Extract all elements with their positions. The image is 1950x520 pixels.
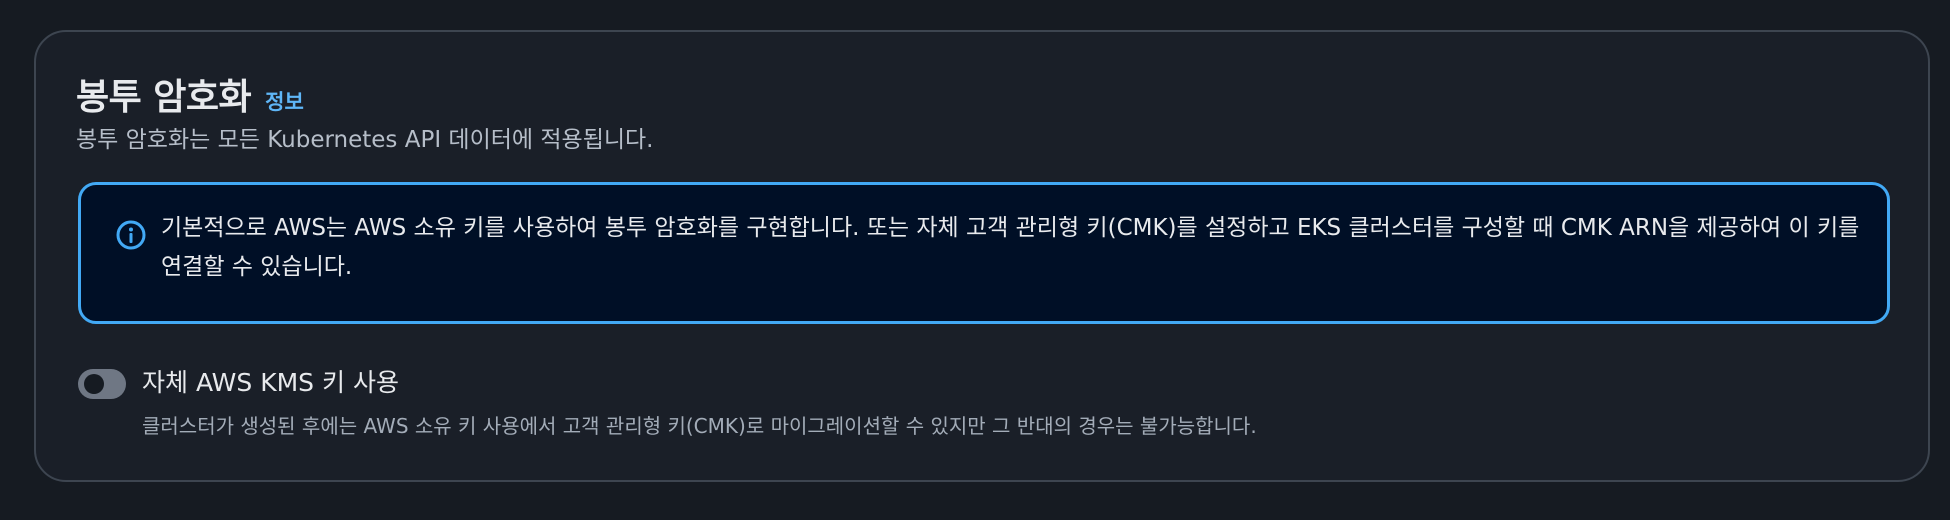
envelope-encryption-panel: 봉투 암호화 정보 봉투 암호화는 모든 Kubernetes API 데이터에… bbox=[34, 30, 1930, 482]
toggle-text: 자체 AWS KMS 키 사용 클러스터가 생성된 후에는 AWS 소유 키 사… bbox=[142, 366, 1257, 439]
toggle-label[interactable]: 자체 AWS KMS 키 사용 bbox=[142, 366, 1257, 400]
info-icon bbox=[116, 220, 146, 250]
section-title: 봉투 암호화 bbox=[76, 77, 252, 118]
section-description: 봉투 암호화는 모든 Kubernetes API 데이터에 적용됩니다. bbox=[76, 127, 654, 153]
toggle-knob bbox=[84, 374, 104, 394]
toggle-description: 클러스터가 생성된 후에는 AWS 소유 키 사용에서 고객 관리형 키(CMK… bbox=[142, 414, 1257, 438]
kms-key-toggle[interactable] bbox=[78, 369, 126, 399]
alert-text: 기본적으로 AWS는 AWS 소유 키를 사용하여 봉투 암호화를 구현합니다.… bbox=[161, 215, 1860, 280]
kms-key-toggle-row: 자체 AWS KMS 키 사용 클러스터가 생성된 후에는 AWS 소유 키 사… bbox=[78, 366, 1257, 439]
info-link[interactable]: 정보 bbox=[265, 86, 304, 116]
info-alert: 기본적으로 AWS는 AWS 소유 키를 사용하여 봉투 암호화를 구현합니다.… bbox=[78, 182, 1890, 324]
section-header: 봉투 암호화 정보 bbox=[76, 68, 304, 120]
